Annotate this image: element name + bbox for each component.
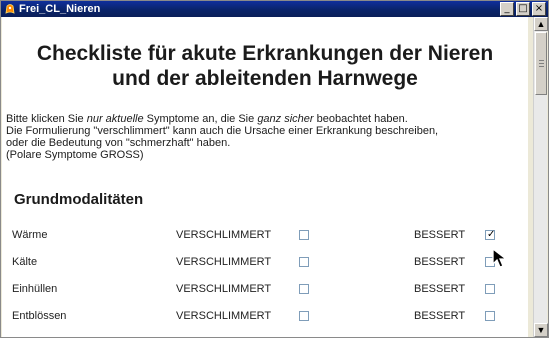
instruction-line-4: (Polare Symptome GROSS) <box>6 149 144 161</box>
worse-checkbox[interactable] <box>299 257 309 267</box>
symptom-name: Einhüllen <box>12 283 58 295</box>
page-title-line-2: und der ableitenden Harnwege <box>112 67 418 90</box>
symptom-name: Kälte <box>12 256 38 268</box>
instruction-line-1-emphasis-1: nur aktuelle <box>86 113 144 125</box>
page-title-line-1: Checkliste für akute Erkrankungen der Ni… <box>36 42 494 65</box>
instruction-line-1-part-3: beobachtet haben. <box>313 113 408 125</box>
worse-label: VERSCHLIMMERT <box>176 256 272 268</box>
close-button[interactable]: × <box>532 2 546 16</box>
checklist-content: Checkliste für akute Erkrankungen der Ni… <box>2 17 528 337</box>
instruction-line-3: oder die Bedeutung von "schmerzhaft" hab… <box>6 137 231 149</box>
symptom-row-kaelte: Kälte VERSCHLIMMERT BESSERT <box>2 253 528 271</box>
worse-label: VERSCHLIMMERT <box>176 310 272 322</box>
scroll-grip-line <box>539 60 544 61</box>
instruction-line-1: Bitte klicken Sie nur aktuelle Symptome … <box>6 113 528 125</box>
page-title: Checkliste für akute Erkrankungen der Ni… <box>2 41 528 91</box>
instructions-text: Bitte klicken Sie nur aktuelle Symptome … <box>6 113 528 161</box>
mouse-pointer-icon <box>492 248 508 268</box>
instruction-line-1-part-1: Bitte klicken Sie <box>6 113 87 125</box>
application-window: Frei_CL_Nieren _ □ × Checkliste für akut… <box>0 0 549 338</box>
better-label: BESSERT <box>414 256 466 268</box>
maximize-button[interactable]: □ <box>516 2 530 16</box>
worse-checkbox[interactable] <box>299 311 309 321</box>
checkmark-icon: ✓ <box>487 229 496 240</box>
better-checkbox[interactable]: ✓ <box>485 230 495 240</box>
better-label: BESSERT <box>414 229 466 241</box>
vertical-scrollbar[interactable]: ▲ ▼ <box>533 17 548 337</box>
better-label: BESSERT <box>414 283 466 295</box>
worse-label: VERSCHLIMMERT <box>176 283 272 295</box>
scroll-up-button[interactable]: ▲ <box>534 17 548 31</box>
scroll-grip-line <box>539 66 544 67</box>
worse-checkbox[interactable] <box>299 230 309 240</box>
better-checkbox[interactable] <box>485 284 495 294</box>
scroll-thumb[interactable] <box>535 32 547 95</box>
symptom-row-waerme: Wärme VERSCHLIMMERT BESSERT ✓ <box>2 226 528 244</box>
scroll-down-button[interactable]: ▼ <box>534 323 548 337</box>
scroll-grip-line <box>539 63 544 64</box>
section-title-grundmodalitaeten: Grundmodalitäten <box>14 191 144 208</box>
better-checkbox[interactable] <box>485 311 495 321</box>
worse-checkbox[interactable] <box>299 284 309 294</box>
symptom-row-entbloessen: Entblössen VERSCHLIMMERT BESSERT <box>2 307 528 325</box>
title-bar[interactable]: Frei_CL_Nieren _ □ × <box>1 1 548 17</box>
symptom-name: Wärme <box>12 229 48 241</box>
instruction-line-1-emphasis-2: ganz sicher <box>257 113 314 125</box>
worse-label: VERSCHLIMMERT <box>176 229 272 241</box>
better-label: BESSERT <box>414 310 466 322</box>
minimize-button[interactable]: _ <box>500 2 514 16</box>
symptom-name: Entblössen <box>12 310 67 322</box>
app-icon <box>5 4 15 14</box>
instruction-line-2: Die Formulierung "verschlimmert" kann au… <box>6 125 439 137</box>
window-controls: _ □ × <box>500 2 546 16</box>
instruction-line-1-part-2: Symptome an, die Sie <box>143 113 258 125</box>
window-title: Frei_CL_Nieren <box>19 3 101 15</box>
symptom-row-einhuellen: Einhüllen VERSCHLIMMERT BESSERT <box>2 280 528 298</box>
